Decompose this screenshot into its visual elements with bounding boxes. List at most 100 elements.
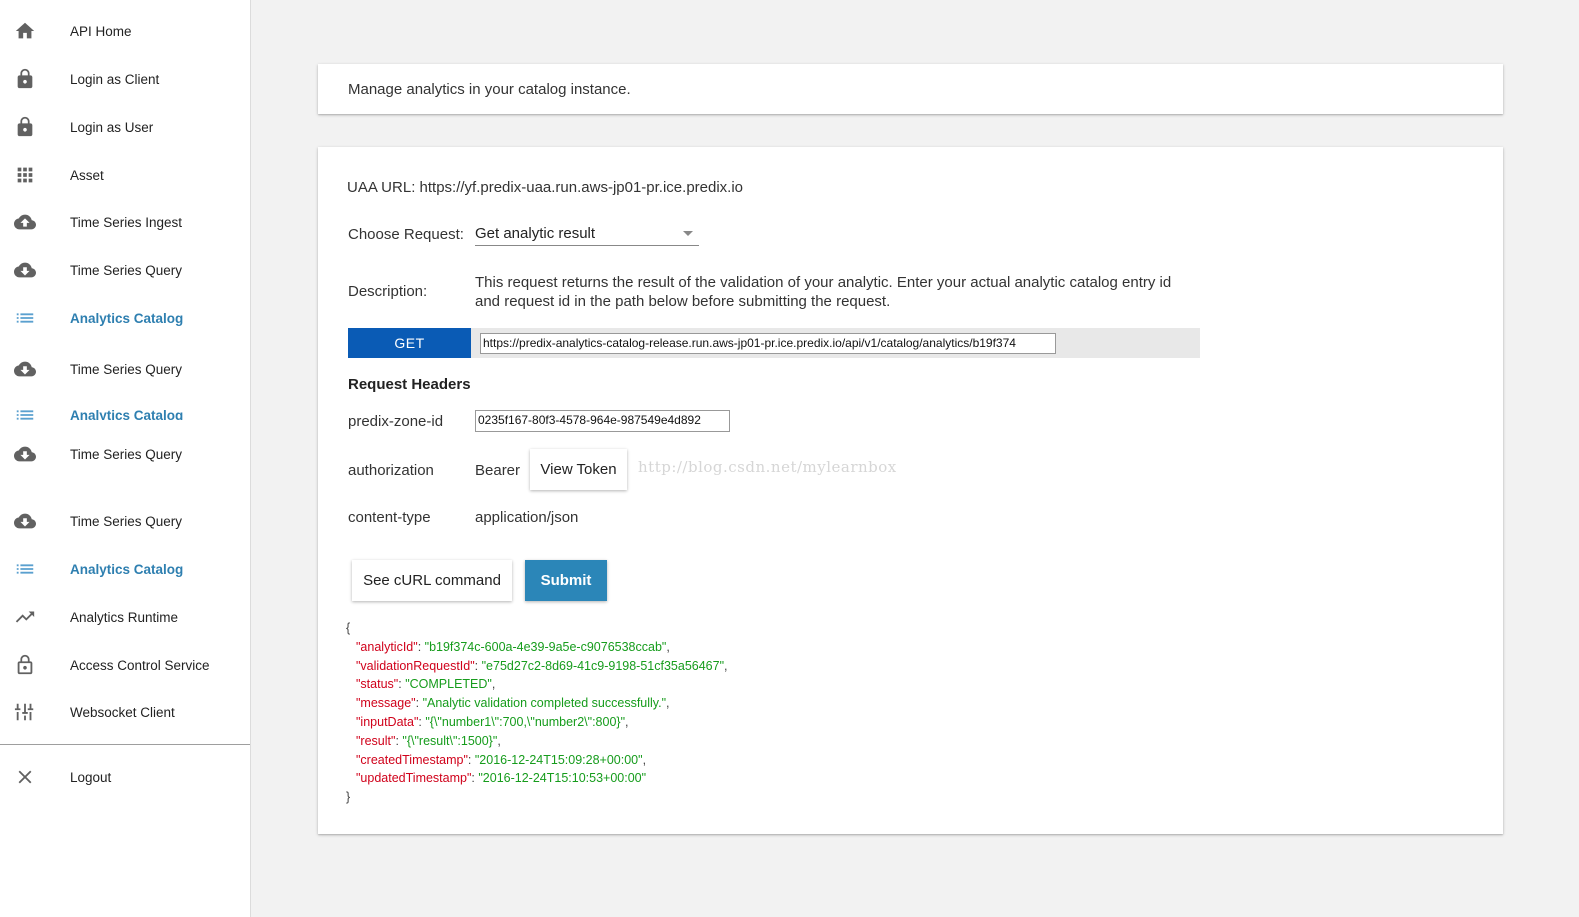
cloud-download-icon bbox=[12, 441, 38, 467]
intro-card: Manage analytics in your catalog instanc… bbox=[318, 64, 1503, 114]
apps-grid-icon bbox=[12, 162, 38, 188]
uaa-url: UAA URL: https://yf.predix-uaa.run.aws-j… bbox=[347, 179, 744, 196]
content-type-value: application/json bbox=[475, 509, 579, 526]
json-colon: : bbox=[415, 696, 423, 711]
authorization-label: authorization bbox=[348, 462, 434, 479]
submit-button[interactable]: Submit bbox=[525, 560, 607, 601]
request-url-input[interactable]: https://predix-analytics-catalog-release… bbox=[480, 333, 1056, 354]
sidebar-item-access-control-service[interactable]: Access Control Service bbox=[0, 645, 250, 685]
sidebar-item-label: Login as User bbox=[70, 119, 154, 135]
json-key: "analyticId" bbox=[356, 639, 418, 654]
list-icon bbox=[12, 305, 38, 331]
json-colon: : bbox=[474, 658, 482, 673]
cloud-download-icon bbox=[12, 257, 38, 283]
json-field-line: "inputData": "{\"number1\":700,\"number2… bbox=[346, 713, 728, 732]
json-key: "status" bbox=[356, 677, 399, 692]
sidebar-item-label: Time Series Query bbox=[70, 513, 183, 529]
sidebar-item-label: Time Series Query bbox=[70, 262, 183, 278]
json-colon: : bbox=[467, 752, 475, 767]
json-value: "{\"result\":1500}" bbox=[402, 733, 498, 748]
lock-outline-icon bbox=[12, 652, 38, 678]
sidebar: API Home Login as Client Login as User A… bbox=[0, 0, 251, 917]
sidebar-item-label: Analytics Catalog bbox=[70, 310, 184, 326]
choose-request-label: Choose Request: bbox=[348, 226, 464, 243]
sidebar-item-label: Logout bbox=[70, 769, 112, 785]
json-comma: , bbox=[491, 677, 496, 692]
json-comma: , bbox=[642, 752, 647, 767]
sidebar-item-label: Analytics Runtime bbox=[70, 609, 179, 625]
zone-id-input[interactable]: 0235f167-80f3-4578-964e-987549e4d892 bbox=[475, 410, 730, 432]
json-comma: , bbox=[724, 658, 728, 673]
choose-request-select[interactable]: Get analytic result bbox=[475, 223, 699, 246]
bearer-text: Bearer bbox=[475, 462, 521, 479]
chevron-down-icon bbox=[683, 231, 693, 236]
sidebar-divider bbox=[0, 744, 250, 745]
sidebar-item-logout[interactable]: Logout bbox=[0, 757, 250, 797]
sidebar-item-asset[interactable]: Asset bbox=[0, 155, 250, 195]
sidebar-item-time-series-query[interactable]: Time Series Query bbox=[0, 349, 250, 389]
response-json: { "analyticId": "b19f374c-600a-4e39-9a5e… bbox=[346, 619, 728, 807]
sidebar-item-analytics-catalog[interactable]: Analytics Catalog bbox=[0, 298, 250, 338]
sidebar-item-login-client[interactable]: Login as Client bbox=[0, 59, 250, 99]
request-headers-title: Request Headers bbox=[348, 376, 471, 393]
trending-up-icon bbox=[12, 604, 38, 630]
sidebar-item-analytics-runtime[interactable]: Analytics Runtime bbox=[0, 597, 250, 637]
sidebar-item-time-series-ingest[interactable]: Time Series Ingest bbox=[0, 202, 250, 242]
json-field-line: "analyticId": "b19f374c-600a-4e39-9a5e-c… bbox=[346, 638, 728, 657]
json-close-brace: } bbox=[346, 790, 351, 805]
json-key: "createdTimestamp" bbox=[356, 752, 468, 767]
json-key: "inputData" bbox=[356, 714, 419, 729]
json-comma: , bbox=[666, 639, 670, 654]
json-open-brace: { bbox=[346, 621, 351, 635]
json-field-line: "validationRequestId": "e75d27c2-8d69-41… bbox=[346, 657, 728, 676]
cloud-download-icon bbox=[12, 356, 38, 382]
sidebar-item-label: Login as Client bbox=[70, 71, 160, 87]
json-field-line: "message": "Analytic validation complete… bbox=[346, 694, 728, 713]
sidebar-item-label: Asset bbox=[70, 167, 104, 183]
sidebar-item-login-user[interactable]: Login as User bbox=[0, 107, 250, 147]
json-value: "2016-12-24T15:10:53+00:00" bbox=[478, 771, 647, 786]
json-key: "validationRequestId" bbox=[356, 658, 475, 673]
json-value: "{\"number1\":700,\"number2\":800}" bbox=[425, 714, 626, 729]
json-field-line: "createdTimestamp": "2016-12-24T15:09:28… bbox=[346, 751, 728, 770]
sidebar-item-time-series-query[interactable]: Time Series Query bbox=[0, 434, 250, 474]
lock-icon bbox=[12, 66, 38, 92]
view-token-button[interactable]: View Token bbox=[530, 449, 627, 490]
watermark: http://blog.csdn.net/mylearnbox bbox=[638, 458, 897, 476]
see-curl-button[interactable]: See cURL command bbox=[352, 560, 512, 601]
json-field-line: "updatedTimestamp": "2016-12-24T15:10:53… bbox=[346, 769, 728, 788]
description-label: Description: bbox=[348, 283, 428, 300]
json-comma: , bbox=[497, 733, 501, 748]
sidebar-item-api-home[interactable]: API Home bbox=[0, 11, 250, 51]
json-value: "e75d27c2-8d69-41c9-9198-51cf35a56467" bbox=[481, 658, 725, 673]
cloud-download-icon bbox=[12, 508, 38, 534]
cloud-upload-icon bbox=[12, 209, 38, 235]
sidebar-item-label: Analytics Catalog bbox=[70, 407, 184, 421]
json-comma: , bbox=[666, 696, 670, 711]
request-url-bar: GET https://predix-analytics-catalog-rel… bbox=[348, 328, 1200, 358]
sidebar-item-label: Time Series Ingest bbox=[70, 214, 183, 230]
json-key: "updatedTimestamp" bbox=[356, 771, 472, 786]
sidebar-item-analytics-catalog[interactable]: Analytics Catalog bbox=[0, 400, 250, 420]
content-type-label: content-type bbox=[348, 509, 431, 526]
sidebar-item-analytics-catalog[interactable]: Analytics Catalog bbox=[0, 549, 250, 589]
json-field-line: "status": "COMPLETED", bbox=[346, 675, 728, 694]
sidebar-item-label: Websocket Client bbox=[70, 704, 175, 720]
json-value: "Analytic validation completed successfu… bbox=[422, 696, 667, 711]
list-icon bbox=[12, 402, 38, 420]
home-icon bbox=[12, 18, 38, 44]
json-comma: , bbox=[625, 714, 629, 729]
sidebar-item-time-series-query[interactable]: Time Series Query bbox=[0, 250, 250, 290]
sidebar-item-websocket-client[interactable]: Websocket Client bbox=[0, 692, 250, 732]
sidebar-item-time-series-query[interactable]: Time Series Query bbox=[0, 501, 250, 541]
sidebar-item-label: Analytics Catalog bbox=[70, 561, 184, 577]
lock-icon bbox=[12, 114, 38, 140]
equalizer-icon bbox=[12, 699, 38, 725]
json-fields: "analyticId": "b19f374c-600a-4e39-9a5e-c… bbox=[346, 638, 728, 788]
list-icon bbox=[12, 556, 38, 582]
method-get-button[interactable]: GET bbox=[348, 328, 471, 358]
request-card: UAA URL: https://yf.predix-uaa.run.aws-j… bbox=[318, 147, 1503, 834]
intro-text: Manage analytics in your catalog instanc… bbox=[348, 81, 631, 98]
json-value: "2016-12-24T15:09:28+00:00" bbox=[474, 752, 643, 767]
description-text: This request returns the result of the v… bbox=[475, 274, 1172, 310]
